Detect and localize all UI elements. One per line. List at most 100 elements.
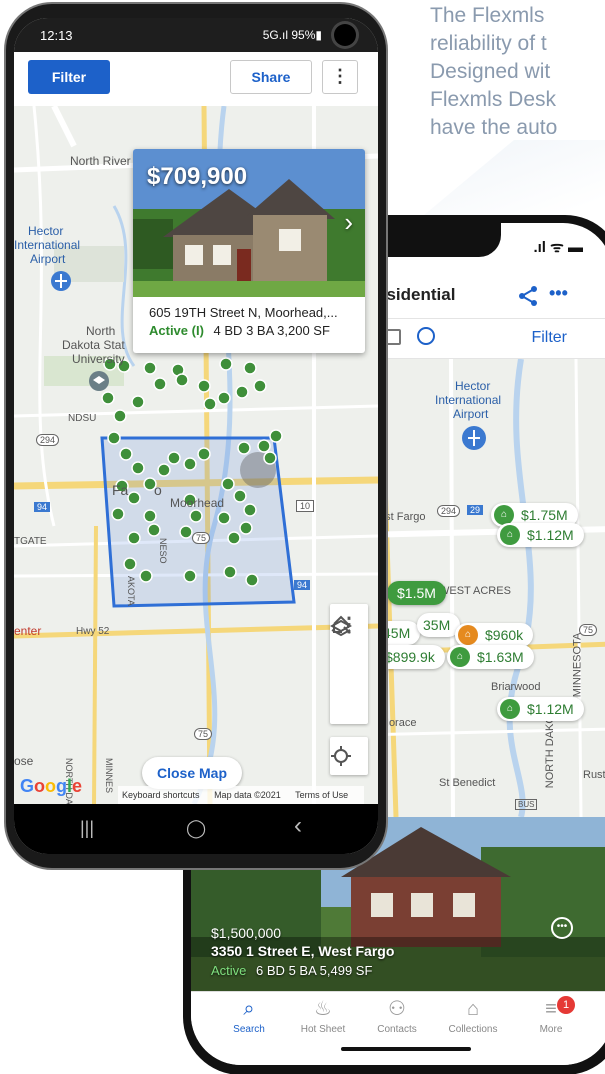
listing-marker[interactable] xyxy=(203,397,217,411)
listing-marker[interactable] xyxy=(183,569,197,583)
map-label: Hwy 52 xyxy=(76,626,110,637)
map-label: Dakota Stat xyxy=(62,338,125,352)
flame-icon: ♨ xyxy=(314,998,332,1020)
tab-hot-sheet[interactable]: ♨ Hot Sheet xyxy=(285,998,361,1035)
listing-marker[interactable] xyxy=(127,531,141,545)
price-pin[interactable]: ⌂ $1.12M xyxy=(497,523,584,547)
listing-popup-card[interactable]: $709,900 › 605 19TH Street N, Moorhead,.… xyxy=(133,149,365,353)
listing-marker[interactable] xyxy=(131,461,145,475)
listing-status: Active xyxy=(211,963,247,978)
status-signal: 5G.ıl 95%▮ xyxy=(262,28,322,42)
listing-marker[interactable] xyxy=(257,439,271,453)
chevron-right-icon[interactable]: › xyxy=(344,207,353,238)
pin-label: $1.75M xyxy=(521,507,568,523)
tab-more[interactable]: ≡ More 1 xyxy=(513,996,589,1035)
listing-marker[interactable] xyxy=(113,409,127,423)
listing-marker[interactable] xyxy=(175,373,189,387)
listing-marker[interactable] xyxy=(189,509,203,523)
listing-marker[interactable] xyxy=(131,395,145,409)
filter-button[interactable]: Filter xyxy=(28,60,110,94)
listing-marker[interactable] xyxy=(143,509,157,523)
keyboard-shortcuts-link[interactable]: Keyboard shortcuts xyxy=(122,790,200,800)
listing-marker[interactable] xyxy=(235,385,249,399)
listing-marker[interactable] xyxy=(139,569,153,583)
listing-marker[interactable] xyxy=(217,391,231,405)
listing-marker[interactable] xyxy=(111,507,125,521)
listing-marker[interactable] xyxy=(253,379,267,393)
listing-marker[interactable] xyxy=(183,457,197,471)
share-icon[interactable] xyxy=(517,285,539,307)
home-indicator[interactable] xyxy=(341,1047,471,1051)
tab-search[interactable]: ⌕ Search xyxy=(211,998,287,1035)
map-label: North River xyxy=(70,154,131,168)
airport-icon xyxy=(462,426,486,450)
locate-button[interactable] xyxy=(330,737,368,775)
price-pin[interactable]: $899.9k xyxy=(377,645,445,669)
share-button[interactable]: Share xyxy=(230,60,312,94)
price-pin[interactable]: $1.5M xyxy=(387,581,446,605)
listing-marker[interactable] xyxy=(167,451,181,465)
filter-button[interactable]: Filter xyxy=(531,329,567,347)
map-view-icon[interactable] xyxy=(417,327,435,345)
listing-marker[interactable] xyxy=(219,357,233,371)
listing-marker[interactable] xyxy=(227,531,241,545)
listing-marker[interactable] xyxy=(147,523,161,537)
highway-shield: 75 xyxy=(192,532,211,544)
map-label: International xyxy=(435,393,502,407)
listing-marker[interactable] xyxy=(233,489,247,503)
terms-link[interactable]: Terms of Use xyxy=(295,790,348,800)
listing-marker[interactable] xyxy=(217,511,231,525)
marketing-line: reliability of t xyxy=(430,32,547,55)
listing-details: Active 6 BD 5 BA 5,499 SF xyxy=(211,963,372,978)
more-options-icon[interactable]: ⋮ xyxy=(322,60,358,94)
highway-shield: 294 xyxy=(437,505,461,517)
map-label: o xyxy=(154,482,162,498)
price-pin[interactable]: ⌂ $1.63M xyxy=(447,645,534,669)
recents-button[interactable]: ||| xyxy=(80,818,94,839)
search-title[interactable]: esidential xyxy=(377,285,455,305)
listing-marker[interactable] xyxy=(237,441,251,455)
listing-marker[interactable] xyxy=(107,431,121,445)
listing-marker[interactable] xyxy=(179,525,193,539)
map-label: Hector xyxy=(28,224,64,238)
close-map-button[interactable]: Close Map xyxy=(142,757,242,789)
map-data-text: Map data ©2021 xyxy=(214,790,281,800)
listing-marker[interactable] xyxy=(197,447,211,461)
listing-baths: 5 BA xyxy=(288,963,317,978)
listing-marker[interactable] xyxy=(223,565,237,579)
listing-beds: 6 BD xyxy=(256,963,285,978)
listing-marker[interactable] xyxy=(239,521,253,535)
price-pin[interactable]: ⌂ $960k xyxy=(455,623,534,647)
listing-marker[interactable] xyxy=(157,463,171,477)
highway-shield: 10 xyxy=(296,500,315,512)
listing-marker[interactable] xyxy=(269,429,283,443)
listing-marker[interactable] xyxy=(123,557,137,571)
listing-marker[interactable] xyxy=(197,379,211,393)
listing-marker[interactable] xyxy=(127,491,141,505)
tab-collections[interactable]: ⌂ Collections xyxy=(435,998,511,1035)
listing-marker[interactable] xyxy=(119,447,133,461)
listing-marker[interactable] xyxy=(245,573,259,587)
listing-marker[interactable] xyxy=(243,361,257,375)
listing-marker[interactable] xyxy=(143,361,157,375)
search-icon: ⌕ xyxy=(243,998,255,1020)
card-more-icon[interactable]: ••• xyxy=(551,917,573,939)
home-button[interactable]: ◯ xyxy=(186,818,206,839)
listing-status: Active (I) xyxy=(149,323,204,338)
listing-marker[interactable] xyxy=(221,477,235,491)
listing-marker[interactable] xyxy=(243,503,257,517)
price-pin[interactable]: ⌂ $1.12M xyxy=(497,697,584,721)
listing-marker[interactable] xyxy=(101,391,115,405)
map-label: MINNESOTA xyxy=(571,632,584,698)
status-time: 12:13 xyxy=(40,28,73,43)
highway-shield: 75 xyxy=(579,624,598,636)
tab-contacts[interactable]: ⚇ Contacts xyxy=(359,998,435,1035)
back-button[interactable]: ‹ xyxy=(294,812,302,840)
listing-marker[interactable] xyxy=(263,451,277,465)
listing-marker[interactable] xyxy=(153,377,167,391)
layers-icon[interactable] xyxy=(330,618,352,640)
more-icon[interactable]: ••• xyxy=(549,283,568,304)
listing-details: Active (I) 4 BD 3 BA 3,200 SF xyxy=(149,323,330,338)
map-label: Airport xyxy=(30,252,66,266)
price-pin[interactable]: 35M xyxy=(417,613,461,637)
